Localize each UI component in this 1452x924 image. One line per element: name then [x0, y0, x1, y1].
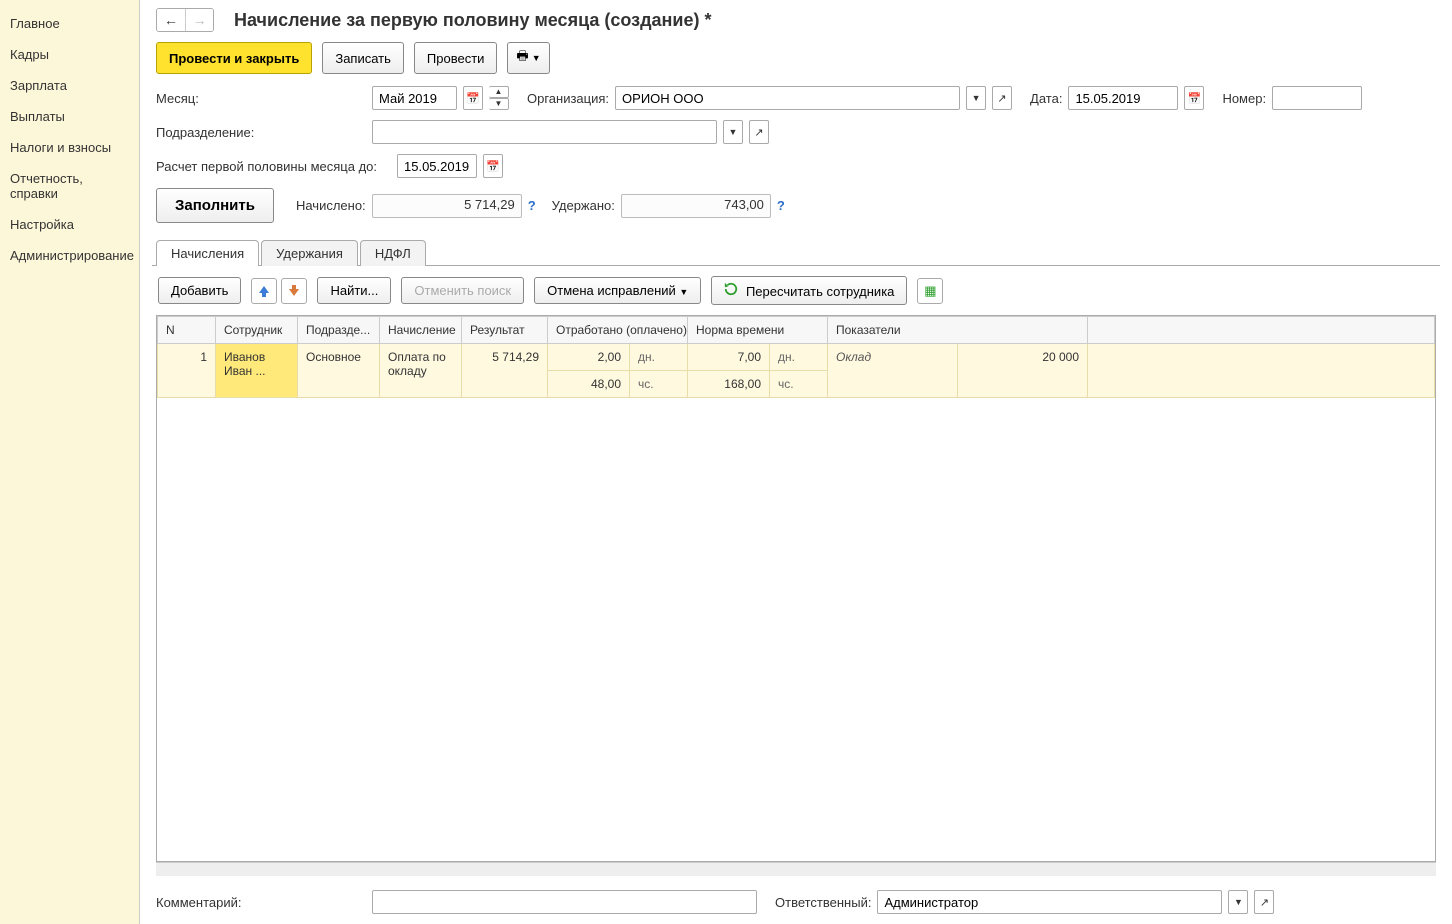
col-n[interactable]: N	[158, 317, 216, 344]
sidebar-item-hr[interactable]: Кадры	[0, 39, 139, 70]
page-title: Начисление за первую половину месяца (со…	[234, 10, 711, 31]
calc-until-input[interactable]	[397, 154, 477, 178]
month-input[interactable]	[372, 86, 457, 110]
add-button[interactable]: Добавить	[158, 277, 241, 304]
sidebar-item-payments[interactable]: Выплаты	[0, 101, 139, 132]
save-button[interactable]: Записать	[322, 42, 404, 74]
tab-ndfl[interactable]: НДФЛ	[360, 240, 426, 266]
cancel-corrections-button[interactable]: Отмена исправлений ▼	[534, 277, 701, 304]
cell-extra	[1088, 344, 1435, 398]
post-and-close-button[interactable]: Провести и закрыть	[156, 42, 312, 74]
sidebar-item-taxes[interactable]: Налоги и взносы	[0, 132, 139, 163]
withheld-help-link[interactable]: ?	[777, 198, 785, 213]
move-up-button[interactable]	[251, 278, 277, 304]
post-button[interactable]: Провести	[414, 42, 498, 74]
month-down-button[interactable]: ▼	[489, 98, 509, 110]
date-input[interactable]	[1068, 86, 1178, 110]
calc-until-calendar-icon[interactable]: 📅	[483, 154, 503, 178]
org-input[interactable]	[615, 86, 960, 110]
refresh-icon	[724, 282, 738, 296]
accruals-grid[interactable]: N Сотрудник Подразде... Начисление Резул…	[156, 315, 1436, 862]
calc-until-label: Расчет первой половины месяца до:	[156, 159, 391, 174]
withheld-label: Удержано:	[552, 198, 615, 213]
cell-indicator-name: Оклад	[828, 344, 958, 398]
col-norm[interactable]: Норма времени	[688, 317, 828, 344]
number-input[interactable]	[1272, 86, 1362, 110]
month-up-button[interactable]: ▲	[489, 86, 509, 98]
org-dropdown-button[interactable]: ▼	[966, 86, 986, 110]
sidebar-item-admin[interactable]: Администрирование	[0, 240, 139, 271]
accrued-label: Начислено:	[296, 198, 366, 213]
cell-accrual: Оплата по окладу	[380, 344, 462, 398]
dept-dropdown-button[interactable]: ▼	[723, 120, 743, 144]
comment-input[interactable]	[372, 890, 757, 914]
recalc-employee-button[interactable]: Пересчитать сотрудника	[711, 276, 907, 305]
col-dept[interactable]: Подразде...	[298, 317, 380, 344]
org-label: Организация:	[527, 91, 609, 106]
grid-settings-button[interactable]: ▦	[917, 278, 943, 304]
sidebar: Главное Кадры Зарплата Выплаты Налоги и …	[0, 0, 140, 924]
accrued-help-link[interactable]: ?	[528, 198, 536, 213]
cell-employee[interactable]: Иванов Иван ...	[216, 344, 298, 398]
cell-indicator-value: 20 000	[958, 344, 1088, 398]
chevron-down-icon: ▼	[532, 53, 541, 63]
responsible-open-button[interactable]: ↗	[1254, 890, 1274, 914]
comment-label: Комментарий:	[156, 895, 366, 910]
cell-norm-days-unit: дн.	[770, 344, 828, 371]
fill-button[interactable]: Заполнить	[156, 188, 274, 223]
col-result[interactable]: Результат	[462, 317, 548, 344]
cell-worked-days-unit: дн.	[630, 344, 688, 371]
org-open-button[interactable]: ↗	[992, 86, 1012, 110]
cell-n: 1	[158, 344, 216, 398]
sidebar-item-reports[interactable]: Отчетность, справки	[0, 163, 139, 209]
withheld-value: 743,00	[621, 194, 771, 218]
find-button[interactable]: Найти...	[317, 277, 391, 304]
sidebar-item-salary[interactable]: Зарплата	[0, 70, 139, 101]
cancel-search-button[interactable]: Отменить поиск	[401, 277, 524, 304]
cell-worked-days: 2,00	[548, 344, 630, 371]
horizontal-scrollbar[interactable]	[156, 862, 1436, 876]
date-calendar-icon[interactable]: 📅	[1184, 86, 1204, 110]
sidebar-item-main[interactable]: Главное	[0, 8, 139, 39]
responsible-label: Ответственный:	[775, 895, 871, 910]
cell-norm-days: 7,00	[688, 344, 770, 371]
col-worked[interactable]: Отработано (оплачено)	[548, 317, 688, 344]
print-menu-button[interactable]: 🖶 ▼	[507, 42, 549, 74]
responsible-dropdown-button[interactable]: ▼	[1228, 890, 1248, 914]
sidebar-item-settings[interactable]: Настройка	[0, 209, 139, 240]
responsible-input[interactable]	[877, 890, 1222, 914]
number-label: Номер:	[1222, 91, 1266, 106]
month-label: Месяц:	[156, 91, 366, 106]
cell-norm-hours-unit: чс.	[770, 371, 828, 398]
dept-label: Подразделение:	[156, 125, 366, 140]
table-row[interactable]: 1 Иванов Иван ... Основное Оплата по окл…	[158, 344, 1435, 371]
move-down-button[interactable]	[281, 278, 307, 304]
chevron-down-icon: ▼	[679, 287, 688, 297]
nav-forward-button[interactable]: →	[185, 9, 213, 31]
accrued-value: 5 714,29	[372, 194, 522, 218]
col-employee[interactable]: Сотрудник	[216, 317, 298, 344]
print-icon: 🖶	[516, 47, 528, 69]
col-extra[interactable]	[1088, 317, 1435, 344]
cell-result: 5 714,29	[462, 344, 548, 398]
grid-settings-icon: ▦	[924, 283, 936, 299]
cell-dept: Основное	[298, 344, 380, 398]
cell-worked-hours: 48,00	[548, 371, 630, 398]
col-indicators[interactable]: Показатели	[828, 317, 1088, 344]
date-label: Дата:	[1030, 91, 1062, 106]
tab-deductions[interactable]: Удержания	[261, 240, 358, 266]
cell-worked-hours-unit: чс.	[630, 371, 688, 398]
cell-norm-hours: 168,00	[688, 371, 770, 398]
dept-open-button[interactable]: ↗	[749, 120, 769, 144]
calendar-icon[interactable]: 📅	[463, 86, 483, 110]
dept-input[interactable]	[372, 120, 717, 144]
nav-back-button[interactable]: ←	[157, 9, 185, 31]
col-accrual[interactable]: Начисление	[380, 317, 462, 344]
tab-accruals[interactable]: Начисления	[156, 240, 259, 266]
